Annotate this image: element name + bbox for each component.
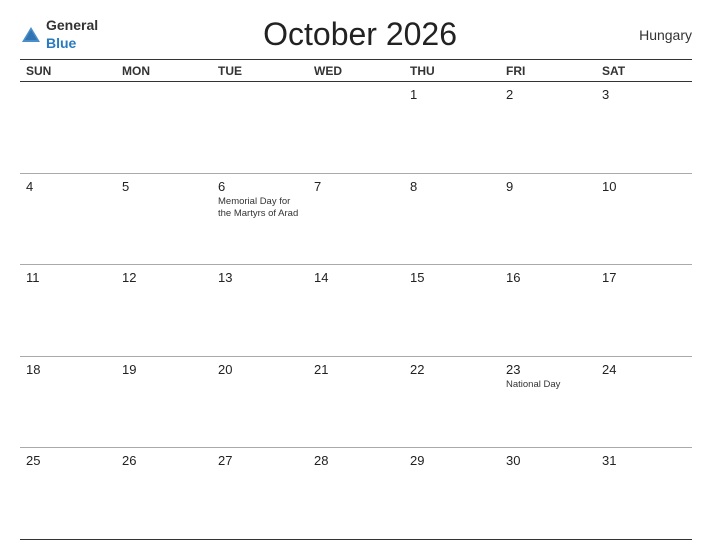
day-cell: 27 xyxy=(212,448,308,539)
day-number: 23 xyxy=(506,362,590,378)
day-cell: 19 xyxy=(116,357,212,448)
day-cell: 4 xyxy=(20,174,116,265)
day-cell: 2 xyxy=(500,82,596,173)
day-cell: 18 xyxy=(20,357,116,448)
day-cell: 10 xyxy=(596,174,692,265)
day-number: 21 xyxy=(314,362,398,378)
day-cell: 25 xyxy=(20,448,116,539)
day-number: 19 xyxy=(122,362,206,378)
day-cell: 5 xyxy=(116,174,212,265)
day-cell: 0 xyxy=(308,82,404,173)
day-number: 31 xyxy=(602,453,686,469)
day-number: 13 xyxy=(218,270,302,286)
day-cell: 24 xyxy=(596,357,692,448)
day-cell: 7 xyxy=(308,174,404,265)
day-number: 7 xyxy=(314,179,398,195)
day-header-tue: TUE xyxy=(212,60,308,81)
day-number: 3 xyxy=(602,87,686,103)
day-number: 20 xyxy=(218,362,302,378)
day-number: 22 xyxy=(410,362,494,378)
day-number: 27 xyxy=(218,453,302,469)
day-header-wed: WED xyxy=(308,60,404,81)
day-number: 8 xyxy=(410,179,494,195)
day-number: 26 xyxy=(122,453,206,469)
day-number: 1 xyxy=(410,87,494,103)
day-number: 10 xyxy=(602,179,686,195)
day-number: 0 xyxy=(122,87,206,103)
day-cell: 0 xyxy=(212,82,308,173)
day-number: 29 xyxy=(410,453,494,469)
logo: General Blue xyxy=(20,17,98,53)
day-number: 4 xyxy=(26,179,110,195)
day-cell: 16 xyxy=(500,265,596,356)
day-number: 0 xyxy=(26,87,110,103)
event-text: Memorial Day for the Martyrs of Arad xyxy=(218,196,302,220)
day-cell: 29 xyxy=(404,448,500,539)
calendar-page: General Blue October 2026 Hungary SUNMON… xyxy=(0,0,712,550)
day-cell: 6Memorial Day for the Martyrs of Arad xyxy=(212,174,308,265)
day-cell: 11 xyxy=(20,265,116,356)
country-label: Hungary xyxy=(622,27,692,43)
day-number: 5 xyxy=(122,179,206,195)
day-cell: 22 xyxy=(404,357,500,448)
weeks: 0000123456Memorial Day for the Martyrs o… xyxy=(20,82,692,540)
day-number: 16 xyxy=(506,270,590,286)
day-number: 11 xyxy=(26,270,110,286)
day-number: 0 xyxy=(314,87,398,103)
day-cell: 30 xyxy=(500,448,596,539)
week-row-3: 11 12 13 14 15 16 17 xyxy=(20,265,692,357)
day-number: 9 xyxy=(506,179,590,195)
calendar: SUNMONTUEWEDTHUFRISAT 0000123456Memorial… xyxy=(20,60,692,540)
day-header-thu: THU xyxy=(404,60,500,81)
day-header-sun: SUN xyxy=(20,60,116,81)
week-row-2: 456Memorial Day for the Martyrs of Arad7… xyxy=(20,174,692,266)
logo-general: General xyxy=(46,17,98,33)
day-number: 2 xyxy=(506,87,590,103)
day-number: 18 xyxy=(26,362,110,378)
day-cell: 13 xyxy=(212,265,308,356)
day-number: 15 xyxy=(410,270,494,286)
day-cell: 3 xyxy=(596,82,692,173)
day-cell: 12 xyxy=(116,265,212,356)
day-number: 25 xyxy=(26,453,110,469)
week-row-1: 0000123 xyxy=(20,82,692,174)
day-number: 24 xyxy=(602,362,686,378)
week-row-4: 18 19 20 21 22 23National Day 24 xyxy=(20,357,692,449)
day-header-sat: SAT xyxy=(596,60,692,81)
day-cell: 0 xyxy=(20,82,116,173)
day-number: 6 xyxy=(218,179,302,195)
logo-icon xyxy=(20,24,42,46)
week-row-5: 25 26 27 28 29 30 31 xyxy=(20,448,692,540)
day-cell: 23National Day xyxy=(500,357,596,448)
day-cell: 0 xyxy=(116,82,212,173)
event-text: National Day xyxy=(506,379,590,391)
day-header-mon: MON xyxy=(116,60,212,81)
day-headers: SUNMONTUEWEDTHUFRISAT xyxy=(20,60,692,82)
logo-text: General Blue xyxy=(46,17,98,53)
day-number: 28 xyxy=(314,453,398,469)
day-cell: 15 xyxy=(404,265,500,356)
day-cell: 14 xyxy=(308,265,404,356)
day-number: 17 xyxy=(602,270,686,286)
day-cell: 1 xyxy=(404,82,500,173)
day-cell: 17 xyxy=(596,265,692,356)
logo-blue: Blue xyxy=(46,35,76,51)
day-cell: 8 xyxy=(404,174,500,265)
day-number: 14 xyxy=(314,270,398,286)
day-number: 30 xyxy=(506,453,590,469)
day-header-fri: FRI xyxy=(500,60,596,81)
day-number: 0 xyxy=(218,87,302,103)
day-cell: 28 xyxy=(308,448,404,539)
day-cell: 21 xyxy=(308,357,404,448)
day-number: 12 xyxy=(122,270,206,286)
calendar-title: October 2026 xyxy=(98,16,622,53)
day-cell: 26 xyxy=(116,448,212,539)
header: General Blue October 2026 Hungary xyxy=(20,16,692,53)
day-cell: 20 xyxy=(212,357,308,448)
day-cell: 9 xyxy=(500,174,596,265)
day-cell: 31 xyxy=(596,448,692,539)
